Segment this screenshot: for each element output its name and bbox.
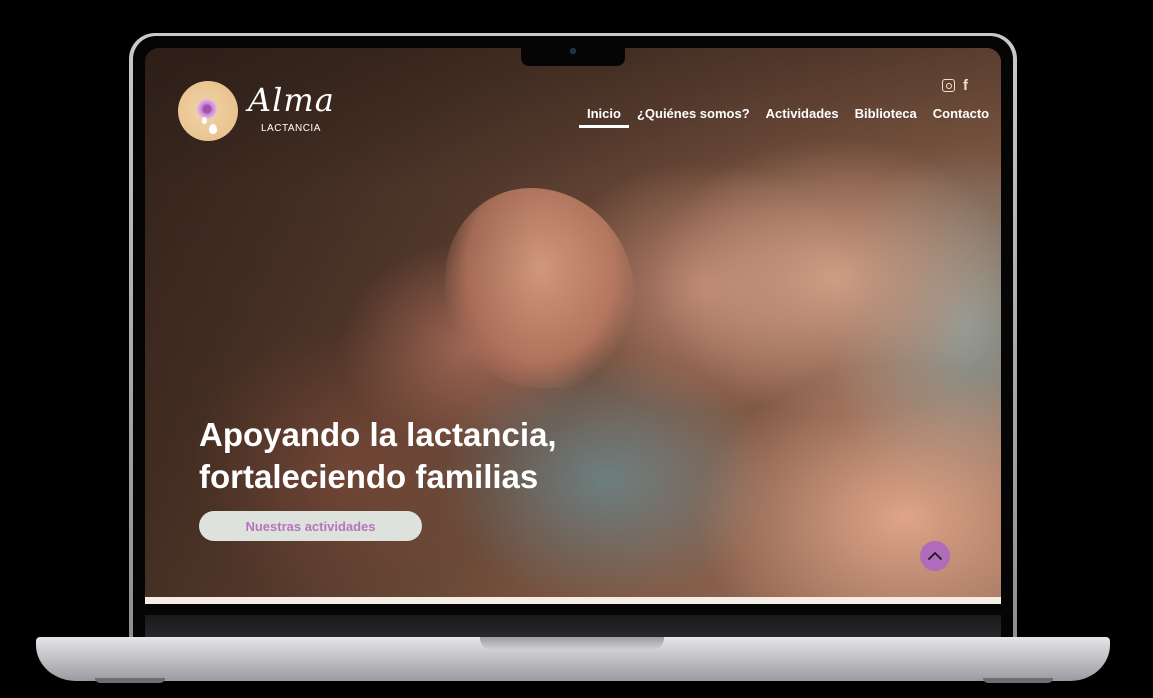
brand-logo[interactable]: Alma LACTANCIA (178, 81, 342, 141)
logo-icon (178, 81, 238, 141)
website-screen: Alma LACTANCIA f Inicio ¿Quiénes somos? … (145, 48, 1001, 604)
nav-item-inicio[interactable]: Inicio (579, 106, 629, 128)
facebook-icon[interactable]: f (963, 78, 968, 93)
social-links: f (942, 78, 968, 93)
nav-item-biblioteca[interactable]: Biblioteca (847, 106, 925, 121)
scroll-to-top-button[interactable] (920, 541, 950, 571)
hero-title-line2: fortaleciendo familias (199, 458, 539, 495)
nav-item-quienes-somos[interactable]: ¿Quiénes somos? (629, 106, 758, 121)
section-divider (145, 597, 1001, 604)
brand-name: Alma (248, 81, 335, 119)
main-nav: Inicio ¿Quiénes somos? Actividades Bibli… (579, 106, 997, 128)
chevron-up-icon (928, 552, 942, 560)
webcam-icon (570, 48, 576, 54)
activities-button[interactable]: Nuestras actividades (199, 511, 422, 541)
laptop-base-groove (480, 637, 664, 650)
nav-item-actividades[interactable]: Actividades (758, 106, 847, 121)
brand-tagline: LACTANCIA (261, 123, 321, 134)
nav-item-contacto[interactable]: Contacto (925, 106, 997, 121)
hero-title-line1: Apoyando la lactancia, (199, 416, 557, 453)
instagram-icon[interactable] (942, 79, 955, 92)
hero-title: Apoyando la lactancia, fortaleciendo fam… (199, 414, 659, 498)
